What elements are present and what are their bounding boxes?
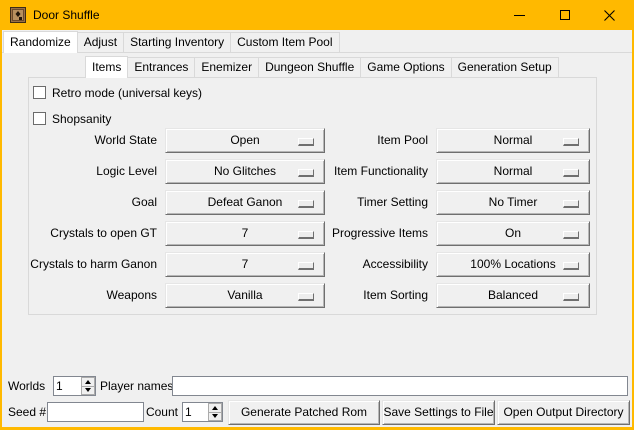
count-spin-down-button[interactable] [208, 412, 222, 422]
crystals-harm-ganon-label: Crystals to harm Ganon [30, 252, 157, 277]
retro-mode-label: Retro mode (universal keys) [52, 86, 202, 100]
spin-up-icon [85, 380, 91, 384]
count-label: Count [144, 402, 178, 422]
worlds-spinbox [53, 376, 96, 396]
count-spinbox [182, 402, 223, 422]
player-names-label: Player names [100, 376, 173, 396]
tab-generation-setup[interactable]: Generation Setup [451, 57, 559, 77]
close-icon [604, 10, 615, 21]
weapons-value: Vanilla [227, 288, 262, 302]
worlds-label: Worlds [8, 376, 45, 396]
window-border-left [0, 0, 2, 430]
crystals-open-gt-label: Crystals to open GT [30, 221, 157, 246]
item-sorting-label: Item Sorting [320, 283, 428, 308]
worlds-spin-down-button[interactable] [81, 386, 95, 396]
dropdown-indicator-icon [298, 293, 314, 301]
dropdown-indicator-icon [298, 138, 314, 146]
dropdown-indicator-icon [563, 169, 579, 177]
world-state-dropdown[interactable]: Open [165, 128, 325, 153]
count-input[interactable] [183, 403, 208, 421]
titlebar[interactable]: Door Shuffle [0, 0, 634, 30]
dropdown-indicator-icon [298, 231, 314, 239]
minimize-button[interactable] [497, 0, 542, 30]
item-functionality-value: Normal [494, 164, 533, 178]
progressive-items-value: On [505, 226, 521, 240]
weapons-dropdown[interactable]: Vanilla [165, 283, 325, 308]
open-output-directory-button[interactable]: Open Output Directory [497, 400, 630, 425]
logic-level-dropdown[interactable]: No Glitches [165, 159, 325, 184]
item-functionality-label: Item Functionality [320, 159, 428, 184]
tab-adjust[interactable]: Adjust [77, 32, 124, 52]
dropdown-indicator-icon [563, 138, 579, 146]
weapons-label: Weapons [30, 283, 157, 308]
crystals-harm-ganon-value: 7 [242, 257, 249, 271]
item-sorting-dropdown[interactable]: Balanced [436, 283, 590, 308]
crystals-open-gt-dropdown[interactable]: 7 [165, 221, 325, 246]
generate-patched-rom-button[interactable]: Generate Patched Rom [228, 400, 380, 425]
timer-setting-dropdown[interactable]: No Timer [436, 190, 590, 215]
tab-randomize[interactable]: Randomize [3, 31, 78, 53]
shopsanity-checkbox[interactable] [33, 112, 46, 125]
item-sorting-value: Balanced [488, 288, 538, 302]
count-spin-buttons [208, 403, 222, 421]
dropdown-indicator-icon [563, 231, 579, 239]
worlds-input[interactable] [54, 377, 81, 395]
inner-tab-bar: Items Entrances Enemizer Dungeon Shuffle… [85, 56, 558, 77]
shopsanity-label: Shopsanity [52, 112, 111, 126]
door-icon [10, 7, 26, 23]
goal-label: Goal [30, 190, 157, 215]
save-settings-button[interactable]: Save Settings to File [382, 400, 495, 425]
tab-custom-item-pool[interactable]: Custom Item Pool [230, 32, 339, 52]
tab-game-options[interactable]: Game Options [360, 57, 451, 77]
tab-dungeon-shuffle[interactable]: Dungeon Shuffle [258, 57, 361, 77]
item-functionality-dropdown[interactable]: Normal [436, 159, 590, 184]
accessibility-value: 100% Locations [470, 257, 555, 271]
maximize-icon [560, 10, 570, 20]
dropdown-indicator-icon [298, 200, 314, 208]
tab-enemizer[interactable]: Enemizer [194, 57, 259, 77]
close-button[interactable] [587, 0, 632, 30]
goal-value: Defeat Ganon [208, 195, 283, 209]
accessibility-dropdown[interactable]: 100% Locations [436, 252, 590, 277]
progressive-items-dropdown[interactable]: On [436, 221, 590, 246]
dropdown-indicator-icon [563, 293, 579, 301]
spin-up-icon [212, 406, 218, 410]
logic-level-label: Logic Level [30, 159, 157, 184]
tab-items[interactable]: Items [85, 56, 128, 78]
caption-buttons [497, 0, 632, 30]
world-state-value: Open [230, 133, 259, 147]
dropdown-indicator-icon [298, 169, 314, 177]
goal-dropdown[interactable]: Defeat Ganon [165, 190, 325, 215]
outer-notebook-border [2, 52, 632, 53]
timer-setting-value: No Timer [489, 195, 538, 209]
progressive-items-label: Progressive Items [320, 221, 428, 246]
world-state-label: World State [30, 128, 157, 153]
crystals-harm-ganon-dropdown[interactable]: 7 [165, 252, 325, 277]
spin-down-icon [85, 388, 91, 392]
outer-tab-bar: Randomize Adjust Starting Inventory Cust… [3, 31, 339, 52]
item-pool-value: Normal [494, 133, 533, 147]
door-shuffle-window: Door Shuffle Randomize Adjust Starting I… [0, 0, 634, 430]
spin-down-icon [212, 414, 218, 418]
retro-mode-checkbox[interactable] [33, 86, 46, 99]
seed-input[interactable] [47, 402, 144, 422]
window-title: Door Shuffle [33, 0, 100, 30]
logic-level-value: No Glitches [214, 164, 276, 178]
tab-starting-inventory[interactable]: Starting Inventory [123, 32, 231, 52]
tab-entrances[interactable]: Entrances [127, 57, 195, 77]
dropdown-indicator-icon [298, 262, 314, 270]
worlds-spin-buttons [81, 377, 95, 395]
maximize-button[interactable] [542, 0, 587, 30]
item-pool-dropdown[interactable]: Normal [436, 128, 590, 153]
item-pool-label: Item Pool [320, 128, 428, 153]
timer-setting-label: Timer Setting [320, 190, 428, 215]
dropdown-indicator-icon [563, 200, 579, 208]
crystals-open-gt-value: 7 [242, 226, 249, 240]
seed-label: Seed # [8, 402, 46, 422]
dropdown-indicator-icon [563, 262, 579, 270]
accessibility-label: Accessibility [320, 252, 428, 277]
minimize-icon [514, 15, 525, 16]
player-names-input[interactable] [172, 376, 628, 396]
